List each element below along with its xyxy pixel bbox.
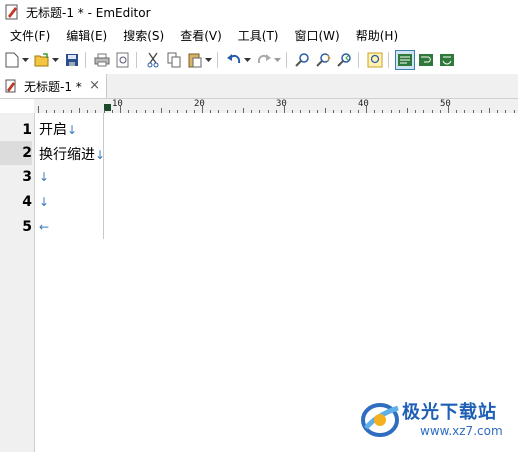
eof-mark: ← <box>39 220 50 234</box>
ruler-label: 10 <box>112 99 123 109</box>
newline-mark: ↓ <box>39 170 50 184</box>
toolbar-separator <box>85 52 86 68</box>
close-icon[interactable]: × <box>89 78 100 93</box>
tab-label: 无标题-1 * <box>24 79 82 94</box>
line-text: 换行缩进 <box>39 147 95 163</box>
print-preview-icon[interactable] <box>114 51 132 69</box>
toolbar-separator <box>136 52 137 68</box>
ruler-label: 40 <box>358 99 369 109</box>
paste-icon[interactable] <box>186 51 204 69</box>
redo-icon[interactable] <box>255 51 273 69</box>
toolbar <box>0 48 518 72</box>
line-number: 4 <box>22 194 32 210</box>
toolbar-separator <box>388 52 389 68</box>
ruler-caret-marker <box>104 104 111 111</box>
line-number: 1 <box>22 122 32 138</box>
text-line-5[interactable]: ← <box>39 219 49 235</box>
text-line-2[interactable]: 换行缩进↓ <box>39 144 105 164</box>
ruler-tick <box>38 106 39 113</box>
emeditor-app-icon <box>5 4 18 20</box>
watermark-url: www.xz7.com <box>420 424 503 438</box>
newline-mark: ↓ <box>39 195 50 209</box>
wrap-by-window-icon[interactable] <box>395 50 415 70</box>
find-icon[interactable] <box>294 51 312 69</box>
text-line-3[interactable]: ↓ <box>39 169 49 185</box>
ruler-tick <box>202 106 203 113</box>
copy-icon[interactable] <box>165 51 183 69</box>
menu-edit[interactable]: 编辑(E) <box>56 25 113 47</box>
title-bar: 无标题-1 * - EmEditor <box>0 0 518 24</box>
chevron-down-icon[interactable] <box>204 51 213 69</box>
new-doc-icon[interactable] <box>3 51 21 69</box>
wrap-by-page-icon[interactable] <box>417 51 435 69</box>
print-icon[interactable] <box>93 51 111 69</box>
find-prev-icon[interactable] <box>336 51 354 69</box>
ruler-tick <box>448 106 449 113</box>
newline-mark: ↓ <box>67 123 78 137</box>
document-icon <box>5 79 16 93</box>
line-number: 3 <box>22 169 32 185</box>
open-folder-icon[interactable] <box>33 51 51 69</box>
watermark-logo-icon <box>361 403 399 437</box>
document-tab-bar: 无标题-1 * × <box>0 74 518 99</box>
toolbar-separator <box>286 52 287 68</box>
chevron-down-icon[interactable] <box>21 51 30 69</box>
toolbar-separator <box>217 52 218 68</box>
line-number-gutter[interactable]: 1 2 3 4 5 <box>0 113 35 452</box>
menu-help[interactable]: 帮助(H) <box>346 25 404 47</box>
ruler-tick <box>366 106 367 113</box>
save-icon[interactable] <box>63 51 81 69</box>
find-next-icon[interactable] <box>315 51 333 69</box>
ruler-label: 30 <box>276 99 287 109</box>
ruler[interactable]: 10 20 30 40 50 <box>34 99 518 114</box>
line-number: 2 <box>0 141 32 165</box>
cut-icon[interactable] <box>144 51 162 69</box>
menu-tools[interactable]: 工具(T) <box>228 25 285 47</box>
ruler-tick <box>284 106 285 113</box>
menu-view[interactable]: 查看(V) <box>170 25 228 47</box>
line-number: 5 <box>22 219 32 235</box>
toolbar-separator <box>358 52 359 68</box>
menu-search[interactable]: 搜索(S) <box>113 25 170 47</box>
menu-window[interactable]: 窗口(W) <box>285 25 346 47</box>
ruler-label: 50 <box>440 99 451 109</box>
text-line-1[interactable]: 开启↓ <box>39 119 77 139</box>
chevron-down-icon[interactable] <box>243 51 252 69</box>
wrap-guide-line <box>103 113 104 239</box>
chevron-down-icon[interactable] <box>51 51 60 69</box>
text-line-4[interactable]: ↓ <box>39 194 49 210</box>
watermark-brand: 极光下载站 <box>402 402 497 423</box>
menu-file[interactable]: 文件(F) <box>0 25 56 47</box>
wrap-by-char-icon[interactable] <box>438 51 456 69</box>
undo-icon[interactable] <box>225 51 243 69</box>
find-highlight-icon[interactable] <box>366 51 384 69</box>
line-text: 开启 <box>39 122 67 138</box>
tab-untitled-1[interactable]: 无标题-1 * × <box>0 74 107 98</box>
newline-mark: ↓ <box>95 148 106 162</box>
ruler-tick <box>120 106 121 113</box>
window-title: 无标题-1 * - EmEditor <box>26 5 151 20</box>
chevron-down-icon[interactable] <box>273 51 282 69</box>
site-watermark: 极光下载站 www.xz7.com <box>360 396 510 448</box>
menu-bar: 文件(F) 编辑(E) 搜索(S) 查看(V) 工具(T) 窗口(W) 帮助(H… <box>0 25 518 47</box>
ruler-label: 20 <box>194 99 205 109</box>
